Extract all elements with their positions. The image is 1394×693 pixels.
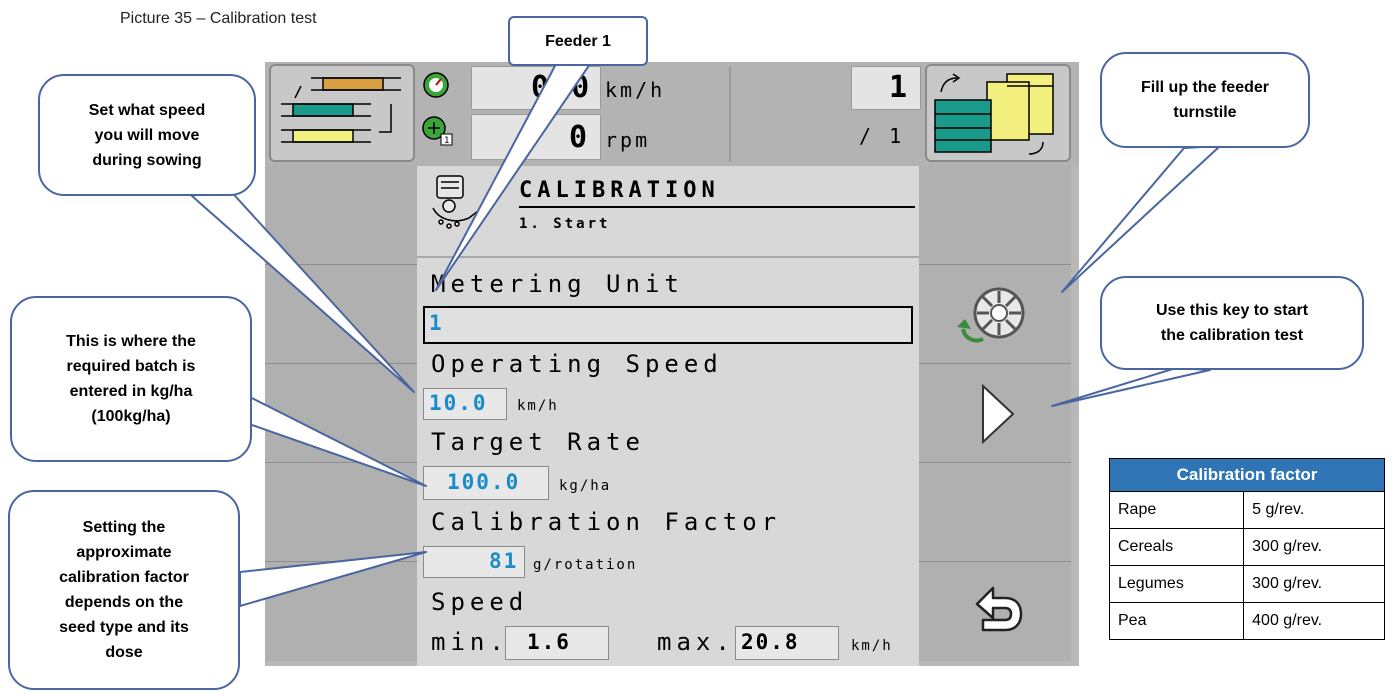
callout-batch: This is where the required batch is ente… bbox=[10, 296, 252, 462]
callout-speed-text: Set what speed you will move during sowi… bbox=[88, 101, 206, 169]
table-row: Pea 400 g/rev. bbox=[1108, 602, 1385, 640]
table-row: Legumes 300 g/rev. bbox=[1108, 565, 1385, 603]
table-row: Rape 5 g/rev. bbox=[1108, 491, 1385, 529]
callout-feeder: Feeder 1 bbox=[508, 16, 648, 66]
callout-feeder-text: Feeder 1 bbox=[545, 32, 611, 50]
factor-cell: 300 g/rev. bbox=[1243, 528, 1385, 566]
start-pointer bbox=[1051, 367, 1211, 407]
fill-pointer bbox=[1061, 145, 1221, 293]
seed-cell: Pea bbox=[1108, 602, 1245, 640]
table-header: Calibration factor bbox=[1109, 458, 1385, 492]
callout-batch-text: This is where the required batch is ente… bbox=[66, 333, 196, 425]
callout-speed: Set what speed you will move during sowi… bbox=[38, 74, 256, 196]
callout-factor: Setting the approximate calibration fact… bbox=[8, 490, 240, 690]
factor-cell: 5 g/rev. bbox=[1243, 491, 1385, 529]
seed-cell: Rape bbox=[1108, 491, 1245, 529]
feeder-pointer bbox=[435, 63, 591, 291]
calibration-factor-table: Calibration factor Rape 5 g/rev. Cereals… bbox=[1108, 458, 1385, 640]
seed-cell: Legumes bbox=[1108, 565, 1245, 603]
factor-cell: 300 g/rev. bbox=[1243, 565, 1385, 603]
table-row: Cereals 300 g/rev. bbox=[1108, 528, 1385, 566]
seed-cell: Cereals bbox=[1108, 528, 1245, 566]
callout-fill: Fill up the feeder turnstile bbox=[1100, 52, 1310, 148]
callout-fill-text: Fill up the feeder turnstile bbox=[1140, 79, 1269, 121]
callout-start: Use this key to start the calibration te… bbox=[1100, 276, 1364, 370]
table-header-row: Calibration factor bbox=[1109, 458, 1385, 492]
callout-factor-text: Setting the approximate calibration fact… bbox=[59, 519, 189, 661]
batch-pointer bbox=[231, 387, 427, 487]
callout-start-text: Use this key to start the calibration te… bbox=[1155, 302, 1309, 344]
factor-pointer bbox=[239, 551, 427, 607]
factor-cell: 400 g/rev. bbox=[1243, 602, 1385, 640]
